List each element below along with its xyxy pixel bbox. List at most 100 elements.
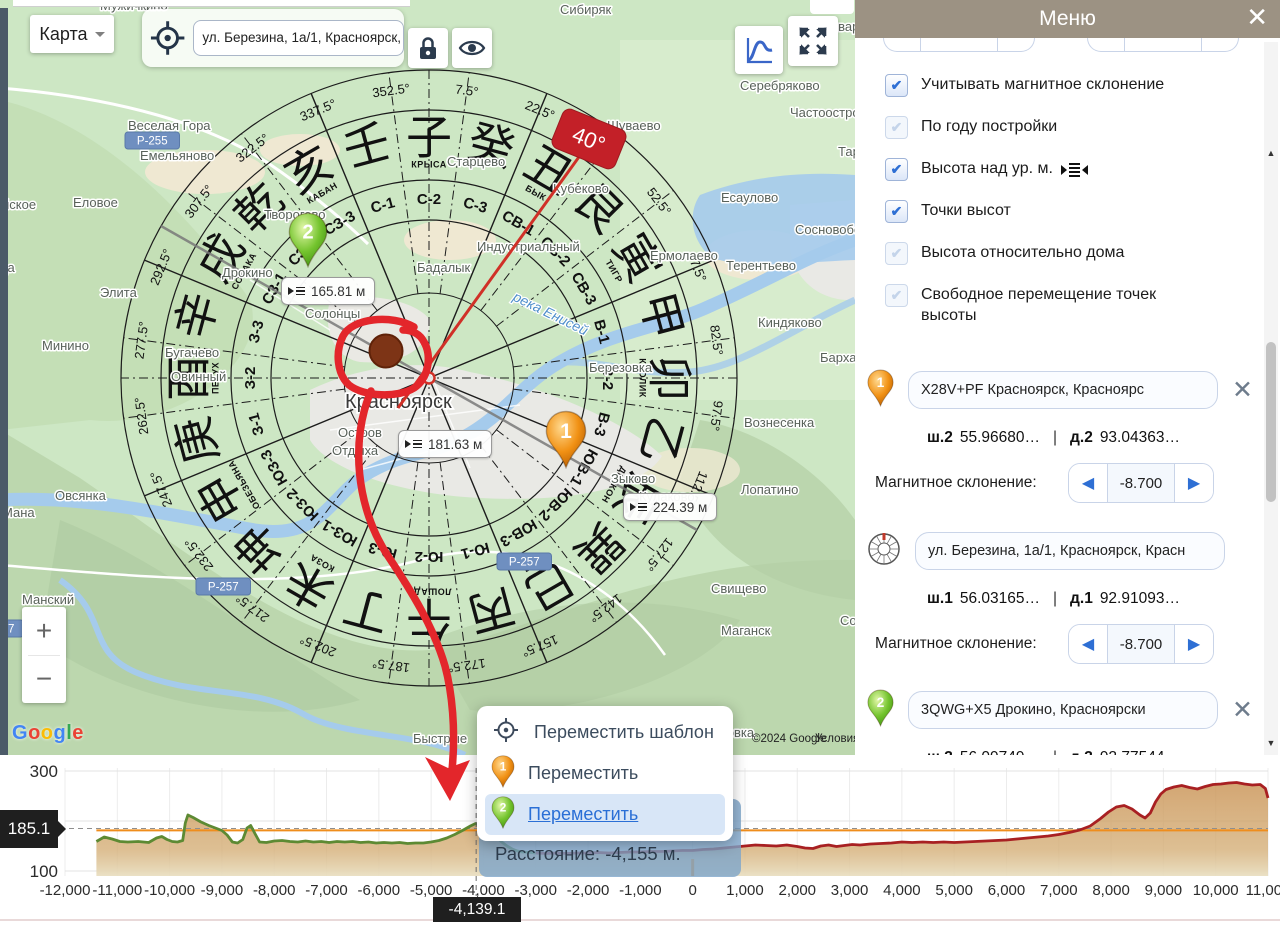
- magnetic-declination-row: Магнитное склонение: ◀-8.700▶: [875, 624, 1280, 664]
- fullscreen-button[interactable]: [788, 16, 838, 66]
- visibility-button[interactable]: [452, 28, 492, 68]
- map-canvas[interactable]: С-2С-3СВ-1СВ-2СВ-3В-1В-2В-3ЮВ-1ЮВ-2ЮВ-3Ю…: [0, 0, 855, 755]
- map-place-label: Вознесенка: [744, 415, 815, 430]
- lock-button[interactable]: [408, 28, 448, 68]
- remove-point-icon[interactable]: ✕: [1232, 695, 1253, 725]
- checkbox-label: Свободное перемещение точек высоты: [921, 284, 1211, 326]
- scroll-thumb[interactable]: [1266, 342, 1276, 502]
- target-icon[interactable]: [148, 18, 187, 58]
- point-address-input[interactable]: X28V+PF Красноярск, Красноярс: [908, 371, 1218, 409]
- pin-green-icon: 2: [288, 212, 328, 268]
- point-address-input[interactable]: ул. Березина, 1а/1, Красноярск, Красн: [915, 532, 1225, 570]
- context-menu-label[interactable]: Переместить: [528, 763, 638, 784]
- map-type-selector[interactable]: Карта: [30, 15, 114, 53]
- x-tick-label: 11,000: [1246, 882, 1280, 899]
- map-place-label: Веселая Гора: [128, 118, 211, 133]
- context-menu-label[interactable]: Переместить: [528, 804, 638, 825]
- map-place-label: Минино: [42, 338, 89, 353]
- pin-orange-icon: 1: [491, 755, 515, 793]
- lat-label: ш.3: [927, 749, 953, 755]
- map-place-label: Терентьево: [726, 258, 796, 273]
- hover-distance-text: Расстояние: -4,155 м.: [495, 843, 681, 865]
- x-tick-label: -12,000: [40, 882, 91, 899]
- map-marker-1[interactable]: 1: [545, 410, 587, 469]
- address-search-input[interactable]: ул. Березина, 1а/1, Красноярск, Краснояр: [193, 20, 404, 56]
- pin-orange-icon: 1: [545, 410, 587, 469]
- panel-scrollbar[interactable]: ▲ ▼: [1264, 42, 1278, 755]
- x-tick-label: 8,000: [1092, 882, 1130, 899]
- map-place-label: Бадалык: [417, 260, 471, 275]
- x-tick-label: -6,000: [358, 882, 401, 899]
- chevron-down-icon: [95, 32, 105, 37]
- collapsed-top-button: [810, 0, 854, 14]
- x-tick-label: 7,000: [1040, 882, 1078, 899]
- declination-value[interactable]: -8.700: [1107, 625, 1175, 663]
- checkbox-enabled[interactable]: ✔: [885, 200, 908, 223]
- compass-sector-label: З-2: [242, 367, 259, 390]
- zoom-in-button[interactable]: +: [22, 607, 66, 655]
- x-tick-label: -1,000: [619, 882, 662, 899]
- svg-text:2: 2: [500, 801, 507, 814]
- close-icon[interactable]: ✕: [1246, 2, 1268, 33]
- map-place-label: Овсянка: [55, 488, 107, 503]
- scroll-up-icon[interactable]: ▲: [1264, 148, 1278, 158]
- x-tick-label: -8,000: [253, 882, 296, 899]
- map-place-label: Индустриальный: [477, 239, 580, 254]
- zoom-out-button[interactable]: −: [22, 656, 66, 704]
- map-place-label: Солонцы: [305, 306, 360, 321]
- luopan-point-icon: [867, 532, 901, 571]
- height-above-sea-icon: [1061, 163, 1088, 177]
- map-place-label: Серебряково: [740, 78, 820, 93]
- checkbox-row: ✔По году постройки: [885, 116, 1280, 139]
- partial-stepper[interactable]: [1087, 38, 1239, 52]
- distance-value-tooltip: -4,139.1: [433, 897, 521, 922]
- elevation-badge-text: 181.63 м: [428, 437, 482, 452]
- road-badge-label: Р-257: [208, 582, 239, 594]
- elevation-icon: [405, 440, 422, 449]
- map-terms-link[interactable]: Условия: [815, 733, 855, 745]
- context-menu-item[interactable]: 1 Переместить: [485, 753, 725, 794]
- compass-mountain-char: 子: [406, 111, 452, 165]
- stepper-left-icon[interactable]: ◀: [1069, 464, 1107, 502]
- checkbox-disabled: ✔: [885, 242, 908, 265]
- eye-icon: [458, 38, 486, 58]
- lat-label: ш.1: [927, 590, 953, 608]
- lat-value: 56.09749…: [960, 749, 1040, 755]
- map-place-label: Сосновоборск: [795, 222, 855, 237]
- map-marker-2[interactable]: 2: [288, 212, 328, 268]
- scroll-down-icon[interactable]: ▼: [1264, 738, 1278, 748]
- lon-label: д.2: [1070, 429, 1093, 447]
- point-address-input[interactable]: 3QWG+X5 Дрокино, Красноярски: [908, 691, 1218, 729]
- fullscreen-icon: [796, 24, 830, 58]
- checkbox-enabled[interactable]: ✔: [885, 158, 908, 181]
- context-menu-item[interactable]: 2 Переместить: [485, 794, 725, 835]
- remove-point-icon[interactable]: ✕: [1232, 375, 1253, 405]
- stepper-left-icon[interactable]: ◀: [1069, 625, 1107, 663]
- map-place-label: Тарт: [838, 144, 855, 159]
- context-menu-label[interactable]: Переместить шаблон: [534, 722, 714, 743]
- elevation-chart-button[interactable]: [735, 26, 783, 74]
- move-template-icon: [491, 715, 521, 745]
- checkbox-row: ✔Высота над ур. м.: [885, 158, 1280, 181]
- svg-text:2: 2: [877, 695, 885, 710]
- point-marker-1: 1: [867, 369, 894, 412]
- context-menu-item[interactable]: Переместить шаблон: [485, 712, 725, 753]
- curve-chart-icon: [742, 33, 776, 67]
- declination-value[interactable]: -8.700: [1107, 464, 1175, 502]
- partial-stepper[interactable]: [883, 38, 1035, 52]
- stepper-right-icon[interactable]: ▶: [1175, 464, 1213, 502]
- point-row: 2 3QWG+X5 Дрокино, Красноярски ✕: [867, 688, 1280, 732]
- checkbox-enabled[interactable]: ✔: [885, 74, 908, 97]
- stepper-right-icon[interactable]: ▶: [1175, 625, 1213, 663]
- lat-label: ш.2: [927, 429, 953, 447]
- x-tick-label: -11,000: [92, 882, 142, 899]
- x-tick-label: 10,000: [1193, 882, 1239, 899]
- pin-orange-icon: 1: [491, 755, 515, 788]
- map-type-label: Карта: [39, 24, 87, 45]
- collapsed-top-bar: [13, 0, 410, 7]
- map-place-label: Лопатино: [741, 482, 798, 497]
- checkbox-row: ✔Высота относительно дома: [885, 242, 1280, 265]
- search-control: ул. Березина, 1а/1, Красноярск, Краснояр: [142, 9, 404, 67]
- svg-text:1: 1: [500, 760, 507, 773]
- svg-text:1: 1: [877, 375, 885, 390]
